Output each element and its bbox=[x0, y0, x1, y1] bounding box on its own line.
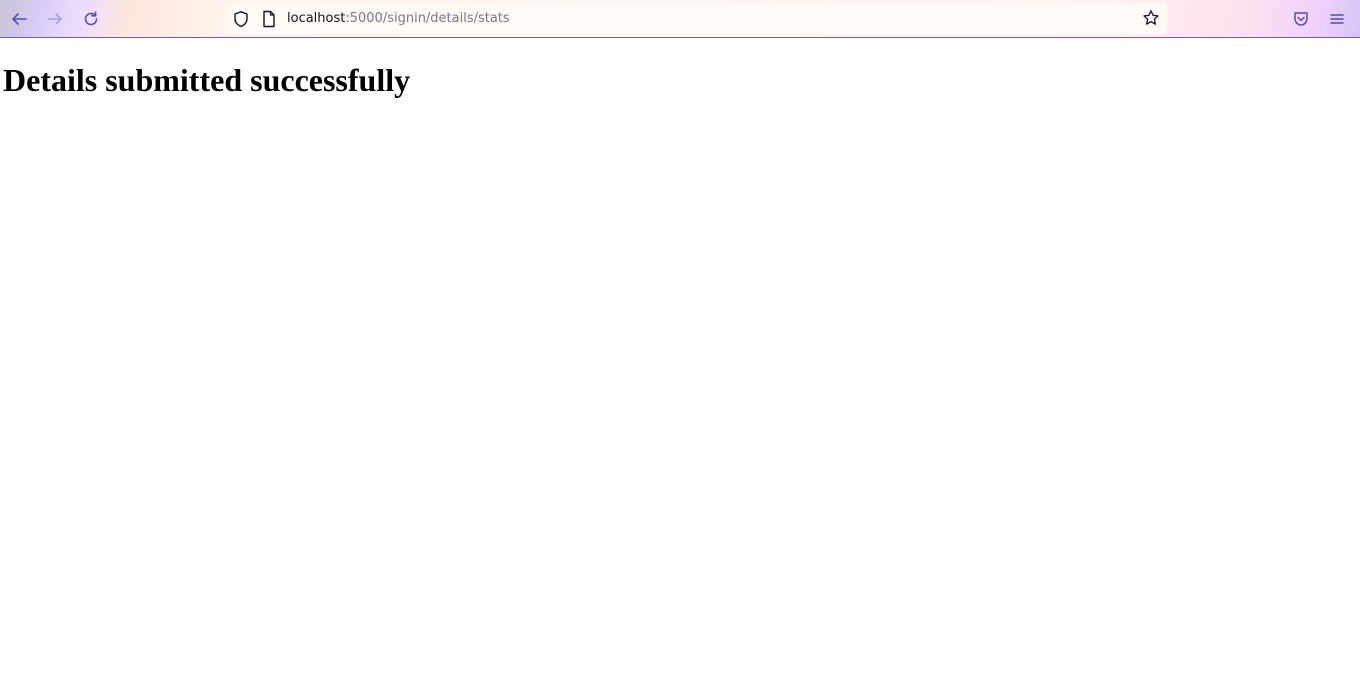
hamburger-menu-icon bbox=[1330, 14, 1344, 24]
address-bar[interactable]: localhost:5000/signin/details/stats bbox=[225, 3, 1167, 34]
back-button[interactable] bbox=[7, 7, 31, 31]
browser-toolbar: localhost:5000/signin/details/stats bbox=[0, 0, 1360, 38]
reload-button[interactable] bbox=[79, 7, 103, 31]
reload-icon bbox=[84, 11, 98, 26]
forward-arrow-icon bbox=[47, 13, 62, 25]
url-text[interactable]: localhost:5000/signin/details/stats bbox=[287, 10, 510, 27]
forward-button[interactable] bbox=[43, 7, 67, 31]
page-icon[interactable] bbox=[261, 10, 277, 28]
shield-icon[interactable] bbox=[232, 10, 250, 28]
back-arrow-icon bbox=[12, 13, 27, 25]
url-path: :5000/signin/details/stats bbox=[345, 11, 510, 26]
pocket-button[interactable] bbox=[1289, 7, 1313, 31]
page-heading: Details submitted successfully bbox=[3, 62, 411, 98]
star-icon[interactable] bbox=[1142, 9, 1160, 27]
url-host: localhost bbox=[287, 11, 346, 26]
menu-button[interactable] bbox=[1325, 7, 1349, 31]
page-content: Details submitted successfully bbox=[0, 39, 1360, 679]
pocket-icon bbox=[1294, 12, 1308, 26]
